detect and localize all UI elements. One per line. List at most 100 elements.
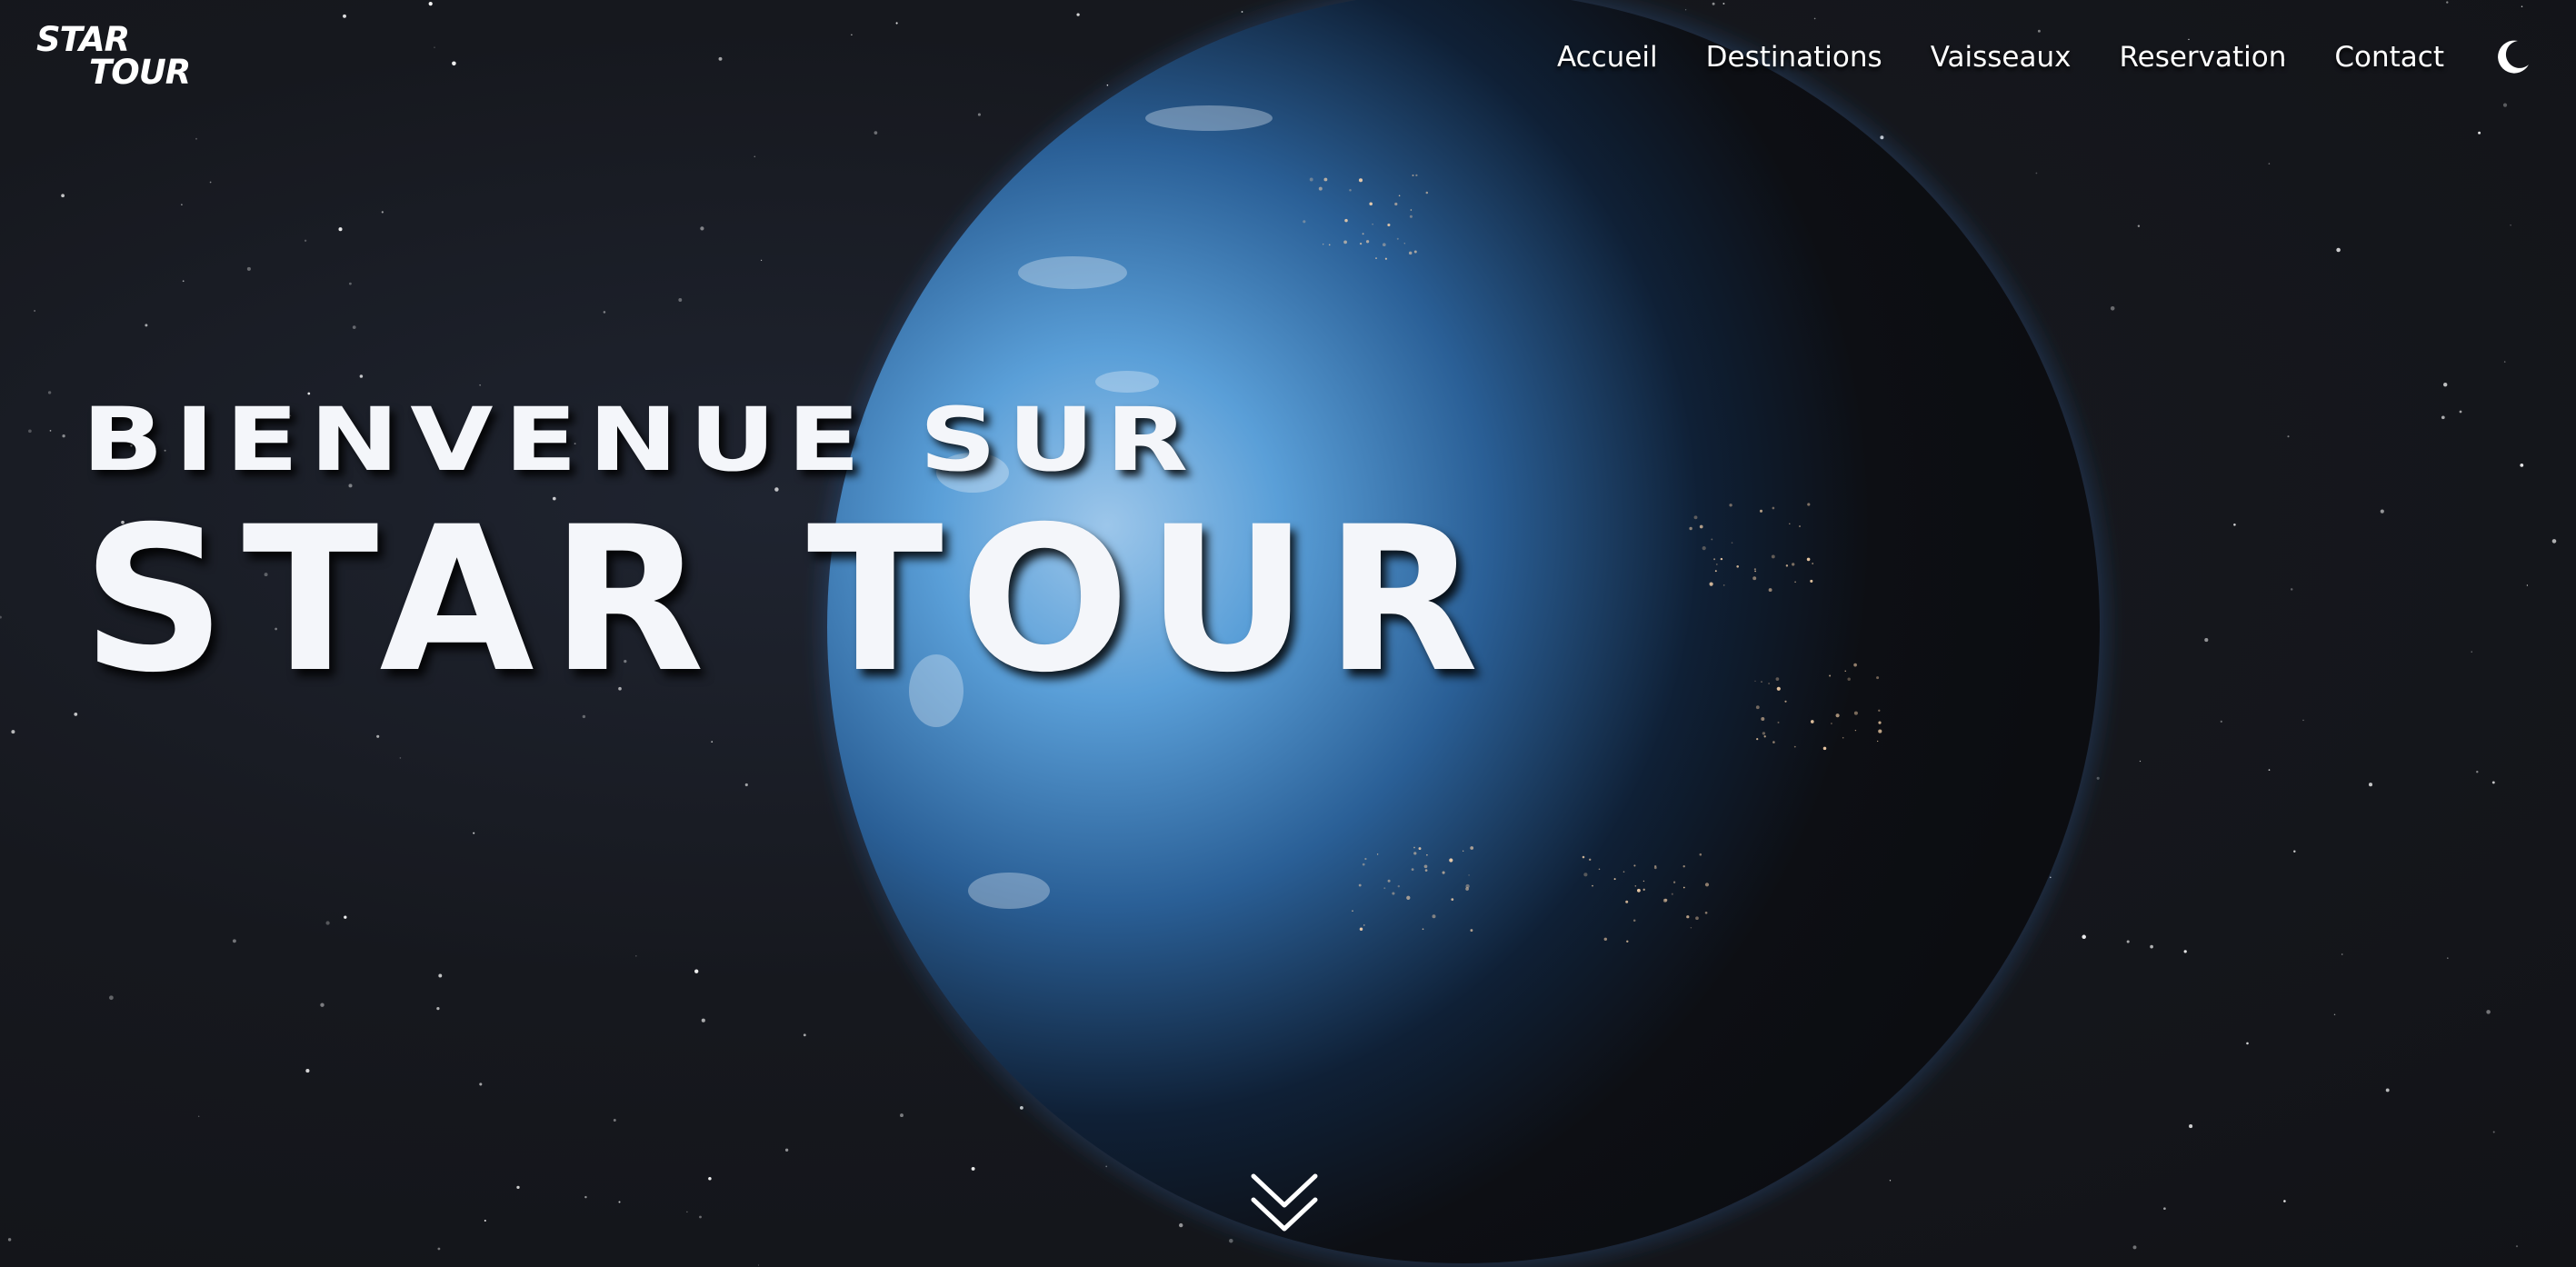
city-light (1413, 250, 1417, 254)
city-light (1411, 868, 1414, 871)
city-light (1704, 911, 1708, 914)
city-light (1376, 853, 1379, 855)
hero-section: STAR TOUR Accueil Destinations Vaisseaux… (0, 0, 2576, 1267)
city-light (1822, 746, 1827, 751)
city-light (1633, 864, 1636, 867)
city-light (1664, 898, 1668, 902)
city-light (1362, 233, 1364, 235)
city-light (1468, 874, 1470, 876)
city-light (1878, 721, 1882, 724)
city-light (1672, 881, 1676, 883)
city-light (1358, 178, 1363, 183)
city-light (1359, 242, 1363, 245)
city-light (1352, 910, 1353, 912)
city-light (1394, 202, 1398, 206)
city-light (1409, 214, 1413, 218)
moon-icon[interactable] (2492, 37, 2532, 77)
city-light (1831, 723, 1832, 724)
city-light (1396, 237, 1399, 240)
city-light (1451, 898, 1454, 901)
city-light (1622, 871, 1625, 873)
city-light (1654, 864, 1657, 868)
hero-title-welcome: BIENVENUE SUR (82, 387, 1200, 491)
city-light (1878, 729, 1882, 733)
city-light (1403, 243, 1405, 244)
nav-link-vaisseaux[interactable]: Vaisseaux (1931, 41, 2072, 74)
city-light (1423, 864, 1428, 869)
city-light (1682, 865, 1685, 868)
city-light (1810, 720, 1814, 723)
city-light (1793, 745, 1796, 748)
city-light (1777, 721, 1780, 723)
city-light (1323, 177, 1328, 182)
city-light (1625, 900, 1629, 903)
city-light (1772, 741, 1775, 743)
nav-link-accueil[interactable]: Accueil (1557, 41, 1658, 74)
city-light (1363, 924, 1365, 926)
city-light (1763, 735, 1766, 738)
city-light (1359, 927, 1363, 932)
city-light (1375, 257, 1377, 259)
city-light (1398, 195, 1401, 197)
hero-title: BIENVENUE SUR STAR TOUR (82, 391, 1991, 718)
city-light (1425, 191, 1429, 195)
city-light (1418, 847, 1422, 851)
city-light (1671, 893, 1673, 895)
city-light (1442, 871, 1445, 874)
city-light (1397, 884, 1401, 888)
city-light (1583, 873, 1588, 877)
logo-line-2: TOUR (89, 53, 191, 92)
city-light (1582, 855, 1585, 859)
city-light (1413, 852, 1417, 855)
city-light (1358, 883, 1362, 887)
city-light (1303, 220, 1306, 224)
city-light (1704, 883, 1710, 887)
city-light (1632, 919, 1636, 922)
city-light (1756, 738, 1759, 741)
city-light (1309, 177, 1313, 182)
city-light (1424, 869, 1428, 872)
city-light (1636, 888, 1641, 893)
city-light (1699, 853, 1702, 856)
city-light (1592, 884, 1593, 887)
city-light (1589, 858, 1592, 861)
city-light (1387, 223, 1391, 227)
city-light (1877, 740, 1879, 743)
city-light (1365, 240, 1370, 244)
city-light (1634, 885, 1637, 887)
city-light (1362, 863, 1365, 866)
city-light (1682, 886, 1685, 889)
city-light (1422, 928, 1424, 931)
city-light (1408, 251, 1413, 255)
nav-link-reservation[interactable]: Reservation (2119, 41, 2286, 74)
city-light (1387, 879, 1391, 883)
main-nav: Accueil Destinations Vaisseaux Reservati… (1557, 35, 2576, 80)
city-light (1465, 887, 1469, 891)
city-light (1854, 729, 1857, 732)
city-light (1426, 853, 1428, 856)
city-light (1415, 174, 1418, 177)
city-light (1690, 926, 1692, 929)
city-light (1642, 888, 1645, 891)
nav-link-destinations[interactable]: Destinations (1706, 41, 1882, 74)
city-light (1598, 868, 1601, 871)
nav-link-contact[interactable]: Contact (2334, 41, 2444, 74)
city-light (1410, 209, 1413, 211)
city-light (1613, 878, 1616, 881)
city-light (1344, 218, 1348, 223)
city-light (1328, 244, 1331, 246)
site-logo[interactable]: STAR TOUR (33, 20, 205, 96)
city-light (1626, 940, 1629, 943)
city-light (1432, 914, 1436, 919)
city-light (1470, 929, 1473, 933)
city-light (1349, 189, 1352, 192)
city-light (1842, 736, 1844, 739)
city-light (1603, 937, 1608, 942)
city-light (1382, 243, 1386, 247)
double-chevron-down-icon[interactable] (1250, 1172, 1319, 1236)
hero-title-brand: STAR TOUR (82, 484, 1495, 716)
city-light (1384, 257, 1387, 260)
city-light (1364, 857, 1367, 861)
logo-line-1: STAR (36, 20, 130, 59)
city-light (1318, 186, 1323, 191)
